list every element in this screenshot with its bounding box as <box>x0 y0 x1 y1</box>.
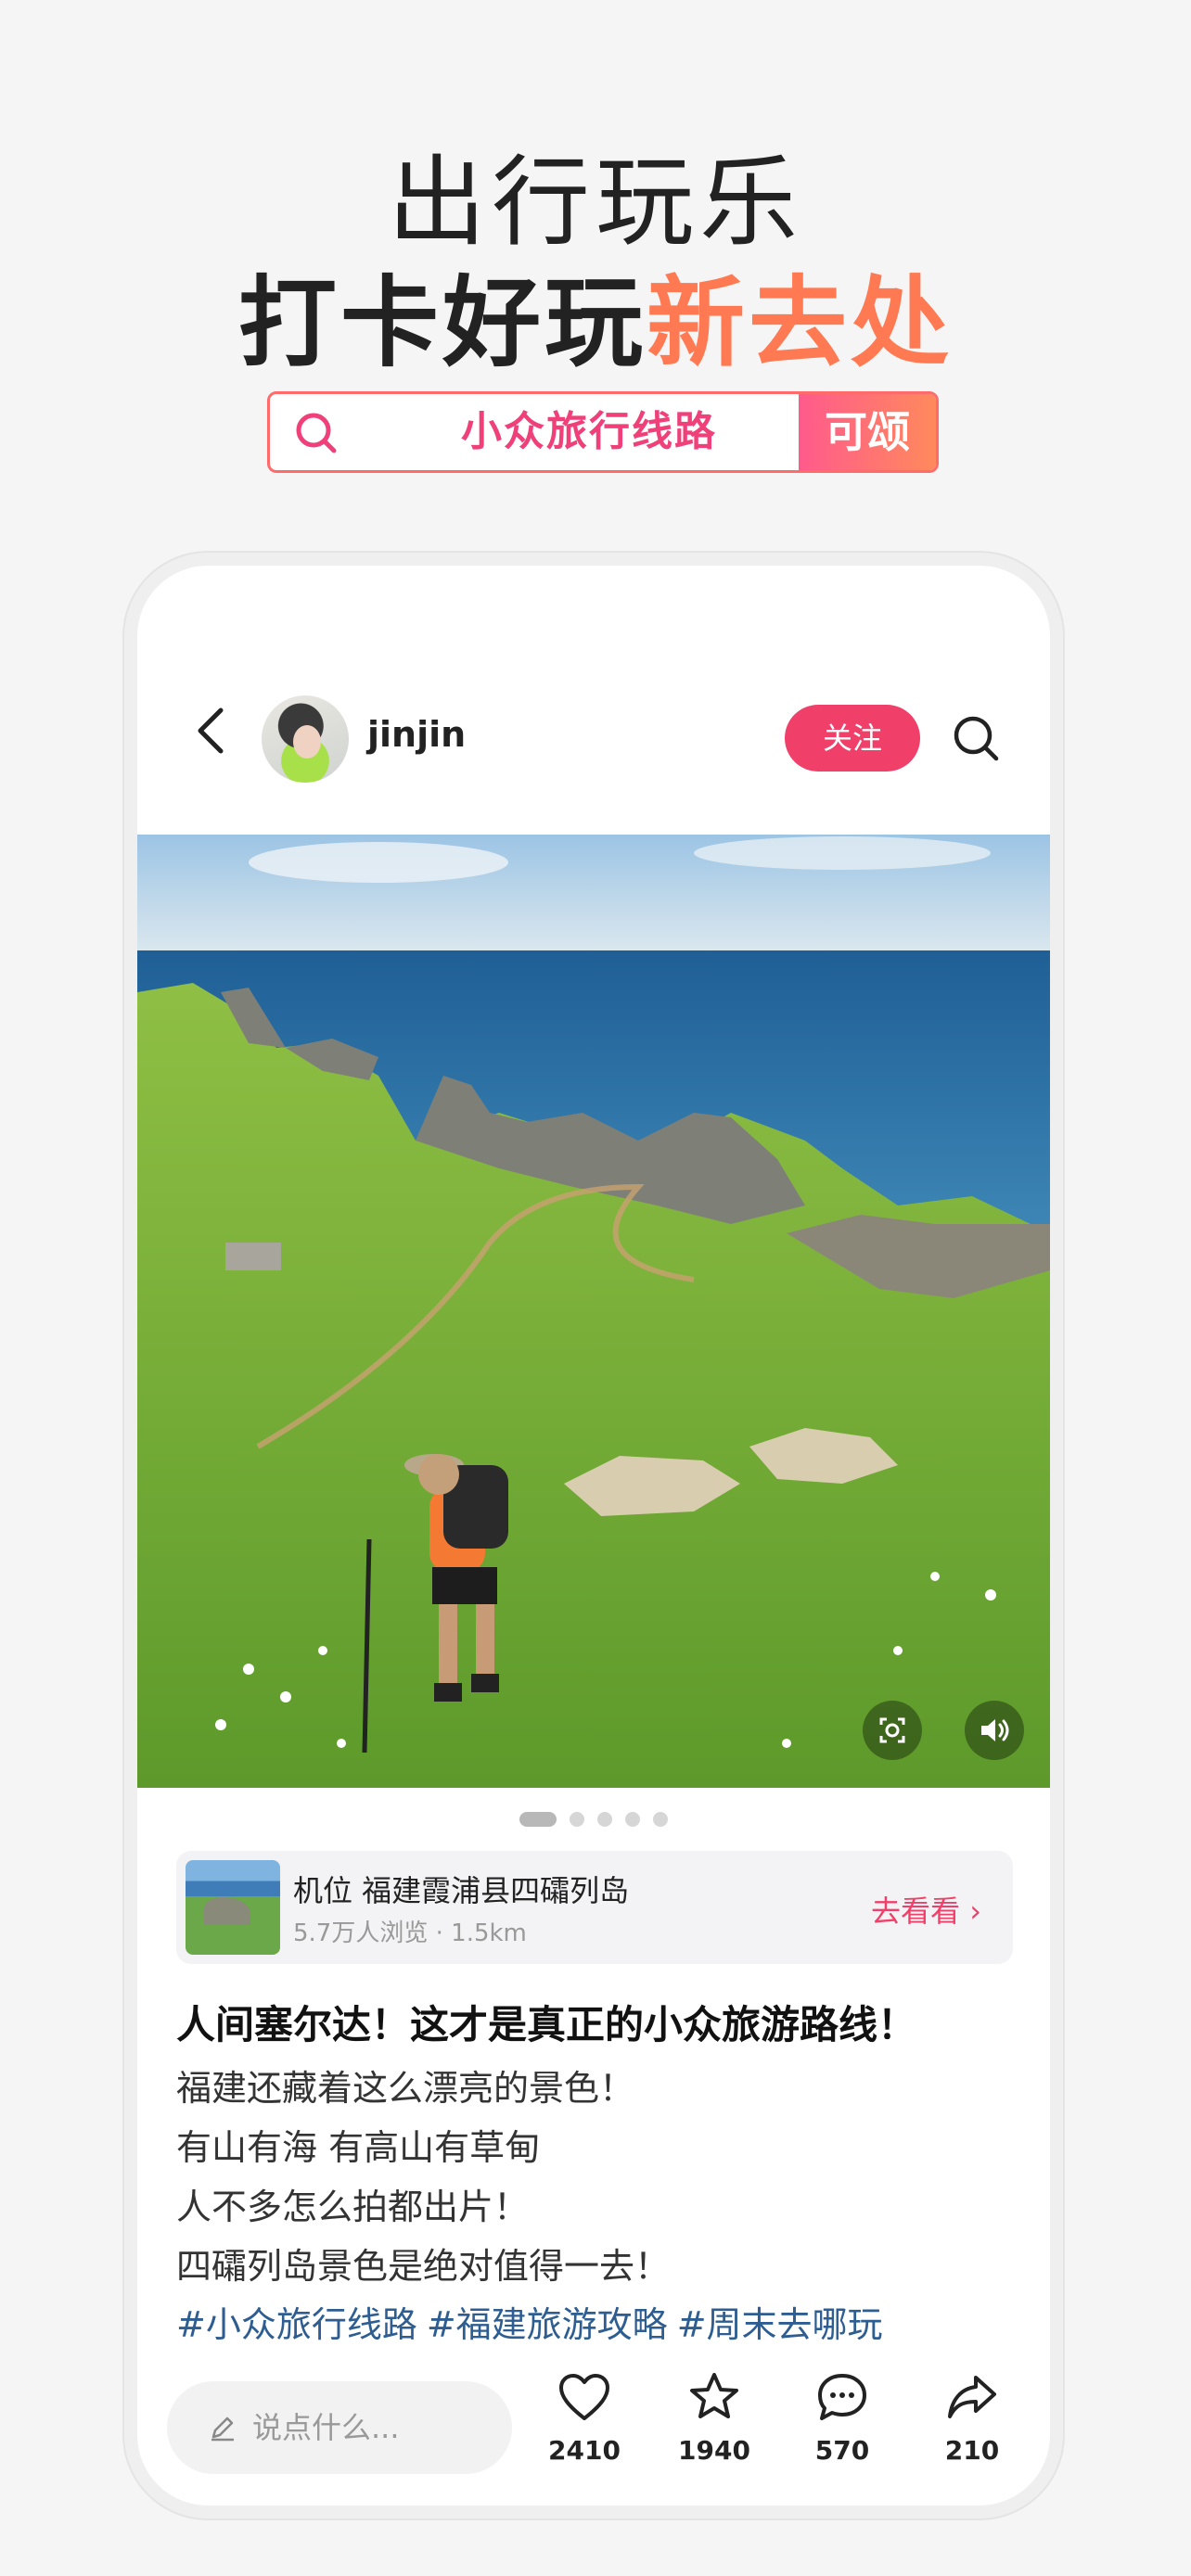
post-line: 四礵列岛景色是绝对值得一去！ <box>176 2246 671 2287</box>
promo-headline-2-main: 打卡好玩 <box>238 266 647 380</box>
carousel-dot-2[interactable] <box>570 1812 584 1827</box>
location-card[interactable]: 机位 福建霞浦县四礵列岛 5.7万人浏览 · 1.5km 去看看 › <box>176 1851 1013 1964</box>
location-meta: 5.7万人浏览 · 1.5km <box>293 1914 527 1948</box>
hashtag-link[interactable]: #小众旅行线路 <box>176 2304 417 2345</box>
comment-placeholder: 说点什么... <box>252 2410 400 2445</box>
post-title: 人间塞尔达！这才是真正的小众旅游路线！ <box>176 2002 917 2047</box>
search-submit-button[interactable]: 可颂 <box>799 394 936 470</box>
like-count: 2410 <box>548 2435 621 2466</box>
hashtag-link[interactable]: #周末去哪玩 <box>677 2304 883 2345</box>
scan-button[interactable] <box>863 1701 922 1760</box>
phone-frame: jinjin 关注 机位 福建霞浦县四礵列岛 5.7万人浏览 · 1.5km 去… <box>124 553 1063 2519</box>
search-icon[interactable] <box>950 712 1002 764</box>
comment-button[interactable]: 570 <box>796 2370 889 2466</box>
share-button[interactable]: 210 <box>926 2370 1018 2466</box>
comment-count: 570 <box>814 2435 870 2466</box>
promo-headline-2: 打卡好玩新去处 <box>0 243 1191 386</box>
post-photo[interactable] <box>137 835 1050 1788</box>
star-icon <box>690 2373 738 2418</box>
post-body: 福建还藏着这么漂亮的景色！ 有山有海 有高山有草甸 人不多怎么拍都出片！ 四礵列… <box>176 2059 1030 2296</box>
location-distance: 1.5km <box>451 1919 527 1947</box>
like-button[interactable]: 2410 <box>538 2370 631 2466</box>
promo-search-bar[interactable]: 小众旅行线路 可颂 <box>267 391 939 473</box>
search-query-text: 小众旅行线路 <box>461 408 717 455</box>
favorite-button[interactable]: 1940 <box>668 2370 761 2466</box>
post-tags: #小众旅行线路 #福建旅游攻略 #周末去哪玩 <box>176 2296 892 2347</box>
share-icon <box>948 2376 996 2418</box>
username[interactable]: jinjin <box>367 714 466 755</box>
location-views: 5.7万人浏览 <box>293 1919 429 1947</box>
hashtag-link[interactable]: #福建旅游攻略 <box>427 2304 668 2345</box>
location-title: 机位 福建霞浦县四礵列岛 <box>293 1873 630 1908</box>
comment-icon <box>818 2374 866 2420</box>
share-count: 210 <box>944 2435 1000 2466</box>
favorite-count: 1940 <box>678 2435 750 2466</box>
post-line: 人不多怎么拍都出片！ <box>176 2187 530 2227</box>
carousel-dot-5[interactable] <box>653 1812 668 1827</box>
chevron-left-icon[interactable] <box>191 701 232 760</box>
carousel-dot-3[interactable] <box>597 1812 612 1827</box>
pencil-icon <box>211 2417 234 2442</box>
comment-input[interactable]: 说点什么... <box>167 2381 512 2474</box>
post-line: 福建还藏着这么漂亮的景色！ <box>176 2068 635 2109</box>
heart-icon <box>559 2374 609 2420</box>
search-icon <box>296 413 337 453</box>
post-line: 有山有海 有高山有草甸 <box>176 2127 541 2168</box>
landscape-image <box>137 835 1050 1788</box>
scan-icon <box>879 1717 905 1743</box>
speaker-icon <box>981 1719 1009 1741</box>
carousel-dot-4[interactable] <box>625 1812 640 1827</box>
location-thumbnail <box>186 1860 280 1955</box>
location-separator: · <box>435 1919 443 1947</box>
carousel-indicator <box>137 1812 1050 1827</box>
promo-headline-2-accent: 新去处 <box>647 266 953 380</box>
avatar[interactable] <box>262 695 349 783</box>
follow-button[interactable]: 关注 <box>785 705 920 772</box>
carousel-dot-1[interactable] <box>519 1812 557 1827</box>
sound-button[interactable] <box>965 1701 1024 1760</box>
location-view-link[interactable]: 去看看 › <box>871 1888 981 1931</box>
